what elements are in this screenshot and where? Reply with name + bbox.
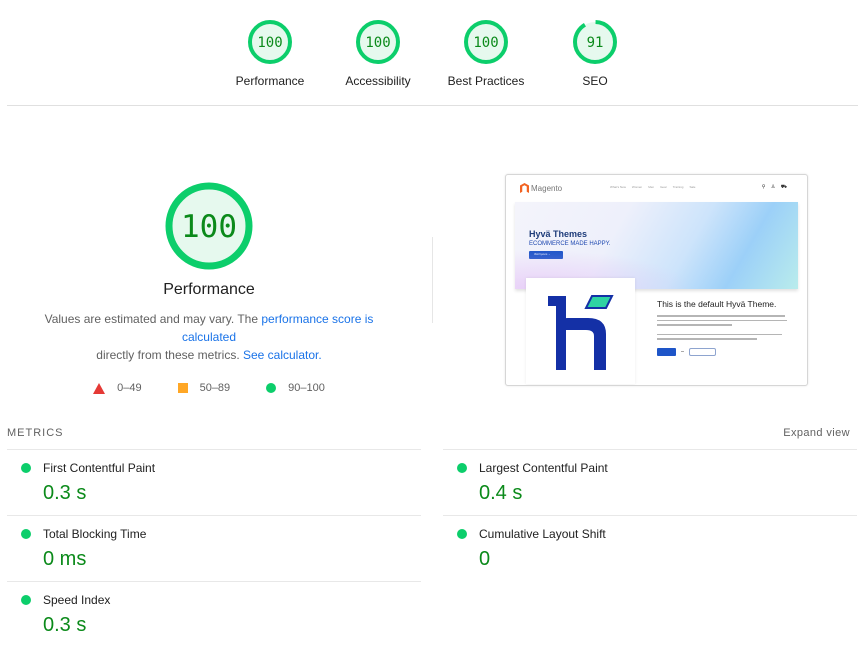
hyva-logo-icon — [548, 295, 614, 370]
brand-text: Magento — [531, 183, 563, 193]
gauge-score: 91 — [587, 35, 604, 51]
pass-circle-icon — [457, 463, 467, 473]
screenshot-nav-links: What's New Women Men Gear Training Sale — [610, 185, 695, 189]
gauge-seo[interactable]: 91 SEO — [545, 18, 645, 88]
gauge-label: SEO — [582, 74, 608, 88]
visit-button — [689, 347, 716, 356]
performance-score: 100 — [181, 209, 237, 245]
triangle-icon — [93, 382, 106, 394]
metric-cumulative-layout-shift: Cumulative Layout Shift 0 — [443, 515, 857, 581]
metrics-header: METRICS — [7, 427, 64, 439]
metric-title: Speed Index — [43, 593, 111, 607]
gauge-accessibility[interactable]: 100 Accessibility — [328, 18, 428, 88]
pass-circle-icon — [457, 529, 467, 539]
legend-fail: 0–49 — [93, 382, 142, 394]
buy-button — [657, 347, 676, 356]
hero-title: Hyvä Themes — [529, 229, 588, 239]
score-legend: 0–49 50–89 90–100 — [20, 382, 398, 394]
desc-text: Values are estimated and may vary. The — [44, 312, 262, 326]
gauge-ring: 100 — [248, 20, 292, 64]
metric-title: Largest Contentful Paint — [479, 461, 608, 475]
gauge-best-practices[interactable]: 100 Best Practices — [436, 18, 536, 88]
screenshot-content: This is the default Hyvä Theme. — [657, 299, 797, 356]
vertical-divider — [432, 237, 433, 323]
pass-circle-icon — [21, 595, 31, 605]
text-line — [657, 338, 757, 340]
performance-summary: 100 Performance Values are estimated and… — [20, 180, 398, 394]
metric-value: 0.4 s — [479, 482, 523, 504]
see-calculator-link[interactable]: See calculator. — [243, 348, 322, 362]
gauge-ring: 91 — [573, 20, 617, 64]
nav-link: Gear — [660, 185, 667, 189]
gauge-ring: 100 — [464, 20, 508, 64]
content-title: This is the default Hyvä Theme. — [657, 299, 777, 309]
category-gauges: 100 Performance 100 Accessibility 100 Be… — [0, 0, 864, 106]
metric-value: 0.3 s — [43, 482, 87, 504]
gauge-label: Best Practices — [447, 74, 525, 88]
nav-link: Men — [648, 185, 655, 189]
legend-range: 90–100 — [288, 382, 325, 394]
metric-value: 0.3 s — [43, 614, 87, 636]
metric-largest-contentful-paint: Largest Contentful Paint 0.4 s — [443, 449, 857, 515]
pass-circle-icon — [21, 529, 31, 539]
metric-title: Cumulative Layout Shift — [479, 527, 606, 541]
text-line — [657, 319, 787, 321]
circle-icon — [266, 383, 277, 393]
pass-circle-icon — [21, 463, 31, 473]
legend-range: 0–49 — [117, 382, 142, 394]
gauge-performance[interactable]: 100 Performance — [220, 18, 320, 88]
performance-description: Values are estimated and may vary. The p… — [20, 310, 398, 364]
magento-logo: Magento — [520, 183, 562, 193]
nav-link: What's New — [610, 185, 626, 189]
hyva-logo-card — [526, 278, 635, 384]
gauge-label: Performance — [235, 74, 305, 88]
metric-title: First Contentful Paint — [43, 461, 156, 475]
nav-link: Sale — [689, 185, 696, 189]
metric-value: 0 ms — [43, 548, 87, 570]
screenshot-navbar: Magento What's New Women Men Gear Traini… — [506, 175, 807, 200]
final-screenshot[interactable]: Magento What's New Women Men Gear Traini… — [505, 174, 808, 386]
square-icon — [177, 383, 188, 393]
metric-speed-index: Speed Index 0.3 s — [7, 581, 421, 647]
metric-title: Total Blocking Time — [43, 527, 147, 541]
magento-icon — [520, 183, 529, 193]
legend-pass: 90–100 — [266, 382, 325, 394]
content-buttons — [657, 347, 797, 356]
or-text — [681, 351, 684, 352]
gauge-score: 100 — [257, 35, 282, 51]
expand-view-button[interactable]: Expand view — [783, 427, 850, 439]
text-line — [657, 324, 732, 326]
screenshot-hero: Hyvä Themes ECOMMERCE MADE HAPPY. Visit … — [515, 202, 798, 289]
performance-title: Performance — [163, 281, 255, 298]
search-account-cart-icons: ⚲ ♙ ⛟ — [761, 184, 789, 190]
nav-link: Training — [672, 185, 684, 189]
metric-value: 0 — [479, 548, 491, 570]
legend-range: 50–89 — [199, 382, 231, 394]
gauge-score: 100 — [473, 35, 498, 51]
metric-first-contentful-paint: First Contentful Paint 0.3 s — [7, 449, 421, 515]
nav-link: Women — [631, 185, 643, 189]
header-divider — [7, 105, 858, 106]
metric-total-blocking-time: Total Blocking Time 0 ms — [7, 515, 421, 581]
text-line — [657, 315, 785, 317]
hero-subtitle: ECOMMERCE MADE HAPPY. — [529, 241, 611, 247]
text-line — [657, 333, 782, 335]
legend-average: 50–89 — [177, 382, 231, 394]
performance-gauge: 100 — [165, 182, 253, 270]
hero-button: Visit hyva.io → — [529, 251, 563, 259]
gauge-label: Accessibility — [345, 74, 411, 88]
gauge-score: 100 — [365, 35, 390, 51]
desc-text: directly from these metrics. — [96, 348, 243, 362]
gauge-ring: 100 — [356, 20, 400, 64]
